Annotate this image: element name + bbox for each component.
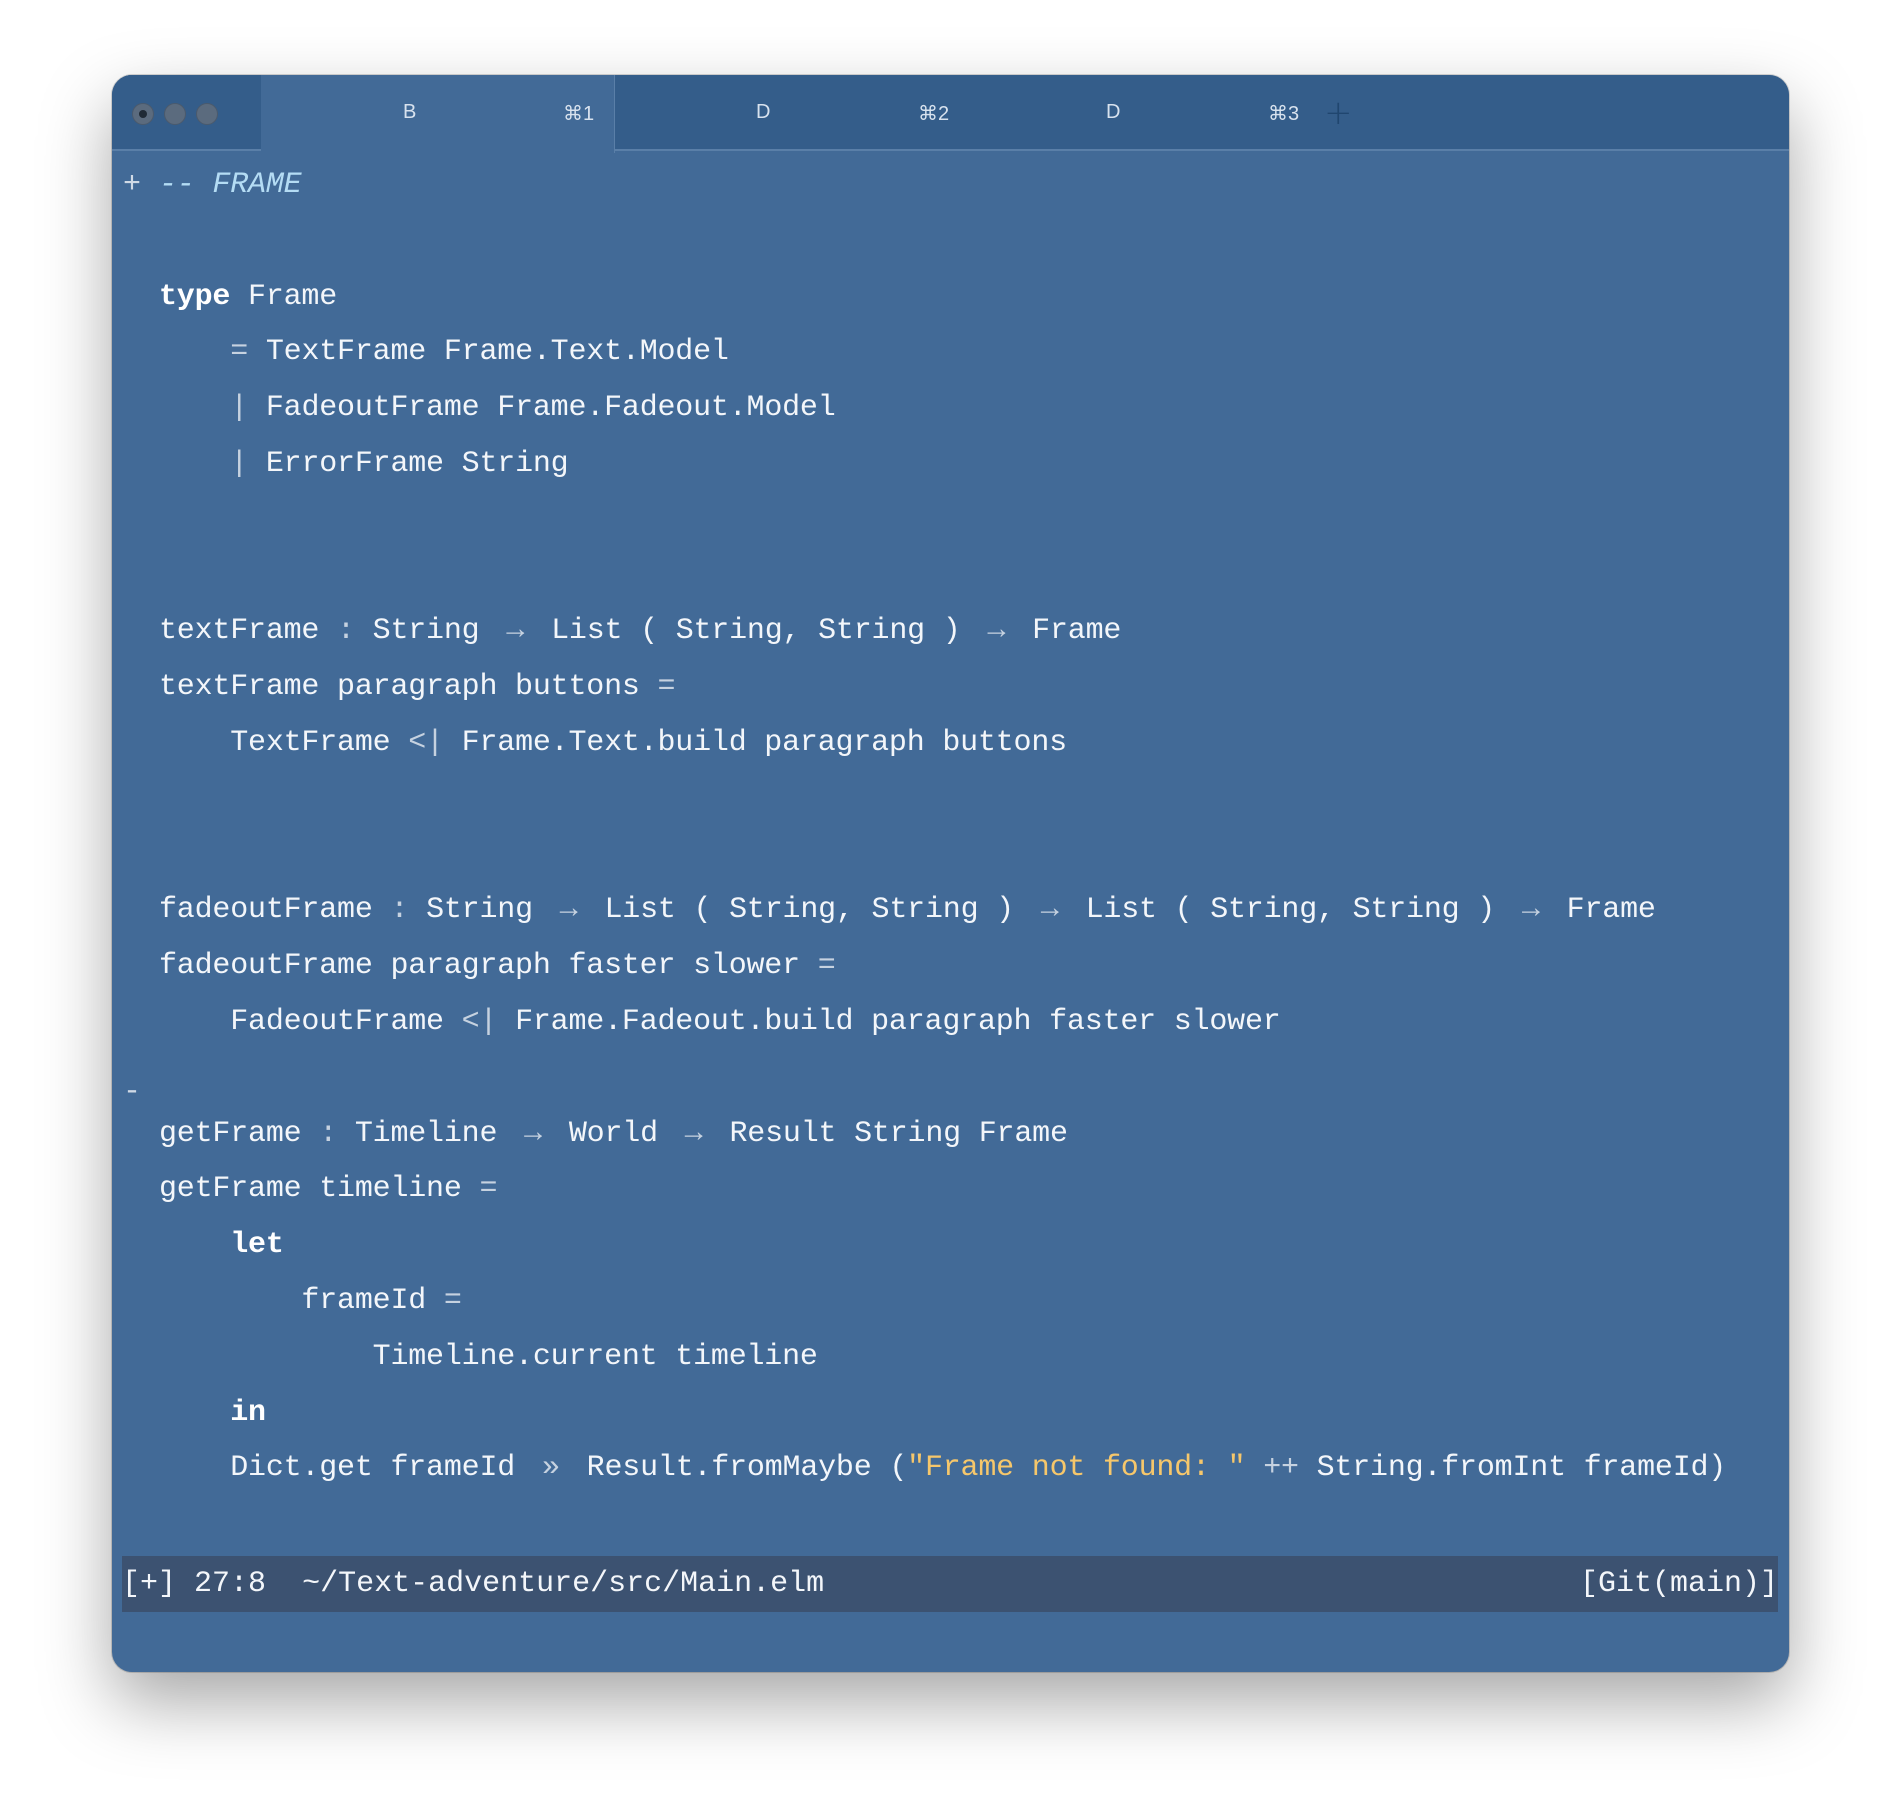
operator-token: = <box>479 1172 498 1207</box>
code-line: fadeoutFrame : String → List ( String, S… <box>159 882 1656 938</box>
operator-token: » <box>541 1451 560 1486</box>
code-token: FadeoutFrame Frame.Fadeout.Model <box>248 391 836 426</box>
code-line: Timeline.current timeline <box>159 1329 818 1385</box>
operator-token: → <box>1040 893 1059 928</box>
code-line: Dict.get frameId » Result.fromMaybe ("Fr… <box>159 1440 1726 1496</box>
terminal-window: B ⌘1 D ⌘2 D ⌘3 + + - -- FRAME type Frame … <box>112 75 1789 1672</box>
code-line: frameId = <box>159 1273 462 1329</box>
code-line: textFrame : String → List ( String, Stri… <box>159 603 1121 659</box>
code-token: World <box>551 1116 676 1151</box>
git-branch: [Git(main)] <box>1579 1567 1778 1601</box>
operator-token: → <box>684 1116 703 1151</box>
operator-token: = <box>657 670 676 705</box>
operator-token: → <box>1521 893 1540 928</box>
operator-token: <| <box>461 1005 498 1039</box>
code-line: getFrame : Timeline → World → Result Str… <box>159 1106 1068 1162</box>
code-token: String.fromInt frameId) <box>1298 1451 1727 1486</box>
code-line: textFrame paragraph buttons = <box>159 659 675 715</box>
code-token: List ( String, String ) <box>586 893 1032 928</box>
code-token: Frame <box>230 279 338 314</box>
code-line: TextFrame <| Frame.Text.build paragraph … <box>159 715 1067 771</box>
code-token: Frame.Text.build paragraph buttons <box>443 726 1068 760</box>
code-token: Result String Frame <box>711 1116 1068 1151</box>
code-token: getFrame <box>159 1116 320 1151</box>
code-token: Frame <box>1014 614 1122 649</box>
code-token: getFrame timeline <box>159 1172 480 1207</box>
code-token: TextFrame <box>159 726 409 760</box>
code-token: textFrame paragraph buttons <box>159 670 658 705</box>
code-token: Timeline <box>337 1116 516 1151</box>
code-token: textFrame <box>159 614 338 649</box>
code-token: List ( String, String ) <box>1067 893 1513 928</box>
operator-token: = <box>817 949 836 984</box>
code-line: let <box>159 1217 284 1273</box>
code-line: type Frame <box>159 269 337 325</box>
operator-token: → <box>506 614 525 649</box>
code-line: | ErrorFrame String <box>159 436 568 492</box>
code-token: frameId <box>159 1284 444 1318</box>
string-token: "Frame not found: " <box>907 1451 1246 1486</box>
status-left: [+] 27:8 ~/Text-adventure/src/Main.elm <box>122 1556 824 1612</box>
operator-token: = <box>443 1284 462 1318</box>
code-token: Timeline.current timeline <box>159 1339 818 1374</box>
cursor-position: 27:8 <box>194 1567 267 1601</box>
code-token: TextFrame Frame.Text.Model <box>248 335 729 370</box>
code-token: fadeoutFrame <box>159 893 391 928</box>
code-line: in <box>159 1385 266 1441</box>
code-line: = TextFrame Frame.Text.Model <box>159 324 729 380</box>
operator-token: | <box>230 391 249 426</box>
code-token: List ( String, String ) <box>533 614 979 649</box>
removed-line-marker: - <box>123 1075 142 1109</box>
code-token: Dict.get frameId <box>159 1451 533 1486</box>
code-token: Frame <box>1548 893 1656 928</box>
comment-token: -- FRAME <box>159 168 302 202</box>
code-line: fadeoutFrame paragraph faster slower = <box>159 938 836 994</box>
code-token: fadeoutFrame paragraph faster slower <box>159 949 818 984</box>
code-line: FadeoutFrame <| Frame.Fadeout.build para… <box>159 994 1281 1050</box>
keyword-token: let <box>230 1228 284 1263</box>
code-line: | FadeoutFrame Frame.Fadeout.Model <box>159 380 836 436</box>
operator-token: <| <box>408 726 444 760</box>
operator-token: → <box>559 893 578 928</box>
operator-token: → <box>524 1116 542 1151</box>
operator-token: | <box>230 447 249 481</box>
code-token: String <box>408 893 551 928</box>
editor-buffer[interactable]: + - -- FRAME type Frame = TextFrame Frame… <box>112 75 1789 1672</box>
code-token: FadeoutFrame <box>159 1005 462 1039</box>
operator-token: ++ <box>1263 1451 1299 1486</box>
operator-token: : <box>337 614 355 649</box>
code-line: getFrame timeline = <box>159 1161 497 1217</box>
added-line-marker: + <box>123 168 142 202</box>
code-token: ErrorFrame String <box>248 447 569 481</box>
code-token: Frame.Fadeout.build paragraph faster slo… <box>497 1005 1281 1039</box>
code-token: Result.fromMaybe ( <box>568 1451 908 1486</box>
code-token: String <box>354 614 498 649</box>
keyword-token: type <box>159 279 231 314</box>
keyword-token: in <box>230 1395 266 1430</box>
status-line: [+] 27:8 ~/Text-adventure/src/Main.elm [… <box>122 1556 1778 1612</box>
operator-token: = <box>230 335 249 370</box>
modified-flag: [+] <box>122 1567 177 1601</box>
operator-token: → <box>987 614 1006 649</box>
file-path: ~/Text-adventure/src/Main.elm <box>302 1567 825 1601</box>
code-line: -- FRAME <box>159 157 302 213</box>
operator-token: : <box>319 1116 338 1151</box>
operator-token: : <box>390 893 409 928</box>
